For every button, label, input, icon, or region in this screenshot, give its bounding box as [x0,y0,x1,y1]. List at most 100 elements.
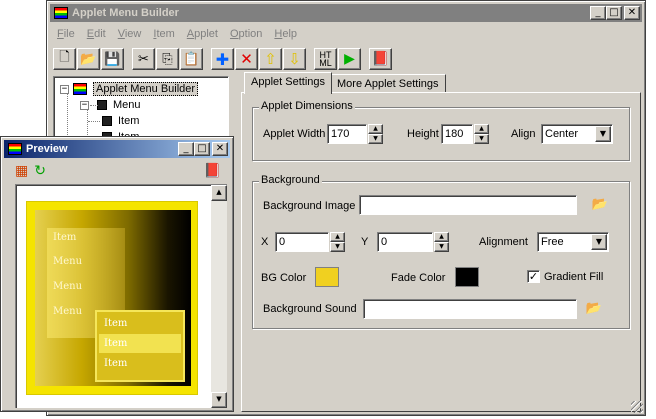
y-label: Y [361,236,369,248]
tree-label-item: Item [118,115,140,127]
applet-menu-item[interactable]: Menu [53,306,82,317]
spin-up-icon[interactable]: ▲ [474,124,489,134]
maximize-button[interactable]: □ [606,6,622,20]
spin-down-icon[interactable]: ▼ [368,134,383,144]
applet-width-label: Applet Width [263,128,326,140]
height-input[interactable]: 180 [441,124,473,144]
x-label: X [261,236,269,248]
applet-gradient-background: Item Menu Menu Menu Item Item Item [35,210,191,386]
move-up-icon[interactable]: ⇧ [259,48,282,70]
x-input[interactable]: 0 [275,232,329,252]
main-window-title: Applet Menu Builder [72,7,179,19]
spin-up-icon[interactable]: ▲ [368,124,383,134]
spin-up-icon[interactable]: ▲ [330,232,345,242]
tree-label-root: Applet Menu Builder [93,82,199,96]
menu-applet[interactable]: Applet [181,28,224,40]
run-preview-icon[interactable]: ▶ [338,48,361,70]
tab-more-applet-settings[interactable]: More Applet Settings [330,74,446,94]
x-spinner[interactable]: ▲ ▼ [330,232,345,252]
alignment-value: Free [541,236,564,248]
align-dropdown-icon[interactable]: ▼ [595,126,611,142]
close-button[interactable]: ✕ [624,6,640,20]
applet-menu-item[interactable]: Menu [53,256,82,267]
browse-sound-folder-icon[interactable]: 📂 [585,302,603,316]
spin-up-icon[interactable]: ▲ [434,232,449,242]
applet-preview: Item Menu Menu Menu Item Item Item [26,201,198,395]
spin-down-icon[interactable]: ▼ [434,242,449,252]
fade-color-swatch[interactable] [455,267,479,287]
paste-icon[interactable]: 📋 [180,48,203,70]
tab-applet-settings[interactable]: Applet Settings [244,72,332,94]
spin-down-icon[interactable]: ▼ [474,134,489,144]
applet-width-spinner[interactable]: ▲ ▼ [368,124,383,144]
align-label: Align [511,128,536,140]
background-sound-input[interactable] [363,299,577,319]
html-export-icon[interactable]: HT ML [314,48,337,70]
menu-edit[interactable]: Edit [81,28,112,40]
menu-option[interactable]: Option [224,28,268,40]
preview-vertical-scrollbar[interactable]: ▲ ▼ [211,185,227,408]
gradient-fill-checkbox[interactable]: ✓ [527,270,540,283]
y-spinner[interactable]: ▲ ▼ [434,232,449,252]
applet-submenu-item[interactable]: Item [99,314,181,333]
toolbar: 🗋 📂 💾 ✂ ⎘ 📋 ✚ ✕ ⇧ ⇩ HT ML ▶ 📕 [53,47,392,71]
applet-menu-item[interactable]: Item [53,232,76,243]
alignment-label: Alignment [479,236,528,248]
scroll-down-icon[interactable]: ▼ [211,392,227,408]
tree-label-menu: Menu [113,99,141,111]
help-book-icon[interactable]: 📕 [369,48,392,70]
background-image-label: Background Image [263,200,356,212]
y-input[interactable]: 0 [377,232,433,252]
delete-item-icon[interactable]: ✕ [235,48,258,70]
minimize-button[interactable]: _ [590,6,606,20]
alignment-dropdown-icon[interactable]: ▼ [591,234,607,250]
tree-node-root[interactable]: − Applet Menu Builder [60,81,199,97]
bg-color-swatch[interactable] [315,267,339,287]
height-spinner[interactable]: ▲ ▼ [474,124,489,144]
applet-preview-icon[interactable]: ▦ [15,163,28,179]
preview-title: Preview [26,143,68,155]
applet-icon [73,83,87,95]
menu-file[interactable]: File [51,28,81,40]
preview-close-button[interactable]: ✕ [212,142,228,156]
applet-menu-item[interactable]: Menu [53,281,82,292]
cut-icon[interactable]: ✂ [132,48,155,70]
preview-app-icon [8,143,22,155]
applet-submenu: Item Item Item [95,310,185,382]
save-icon[interactable]: 💾 [101,48,124,70]
applet-dimensions-legend: Applet Dimensions [259,100,355,112]
app-icon [54,7,68,19]
tree-node-menu[interactable]: − Menu [80,97,141,113]
applet-submenu-item-highlighted[interactable]: Item [99,334,181,353]
copy-icon[interactable]: ⎘ [156,48,179,70]
scroll-up-icon[interactable]: ▲ [211,185,227,201]
open-folder-icon[interactable]: 📂 [77,48,100,70]
collapse-icon[interactable]: − [80,100,89,110]
applet-submenu-item[interactable]: Item [99,354,181,373]
preview-canvas: Item Menu Menu Menu Item Item Item ▲ ▼ [15,184,227,408]
menu-view[interactable]: View [112,28,148,40]
background-image-input[interactable] [359,195,577,215]
menu-help[interactable]: Help [268,28,303,40]
preview-titlebar[interactable]: Preview _ □ ✕ [4,140,230,158]
add-item-icon[interactable]: ✚ [211,48,234,70]
preview-minimize-button[interactable]: _ [178,142,194,156]
refresh-icon[interactable]: ↻ [34,163,46,179]
menu-item[interactable]: Item [147,28,180,40]
resize-grip[interactable] [631,401,643,413]
browse-image-folder-icon[interactable]: 📂 [591,198,609,212]
tree-node-item[interactable]: Item [102,113,139,129]
spin-down-icon[interactable]: ▼ [330,242,345,252]
background-group: Background Background Image 📂 X 0 ▲ ▼ Y … [252,174,630,329]
background-sound-label: Background Sound [263,303,357,315]
main-titlebar[interactable]: Applet Menu Builder _ □ ✕ [50,4,642,22]
move-down-icon[interactable]: ⇩ [283,48,306,70]
collapse-icon[interactable]: − [60,84,69,94]
preview-maximize-button[interactable]: □ [194,142,210,156]
applet-width-input[interactable]: 170 [327,124,367,144]
menubar: File Edit View Item Applet Option Help [51,25,303,43]
preview-help-book-icon[interactable]: 📕 [204,163,221,179]
preview-toolbar: ▦ ↻ [15,161,46,181]
fade-color-label: Fade Color [391,272,446,284]
new-icon[interactable]: 🗋 [53,48,76,70]
